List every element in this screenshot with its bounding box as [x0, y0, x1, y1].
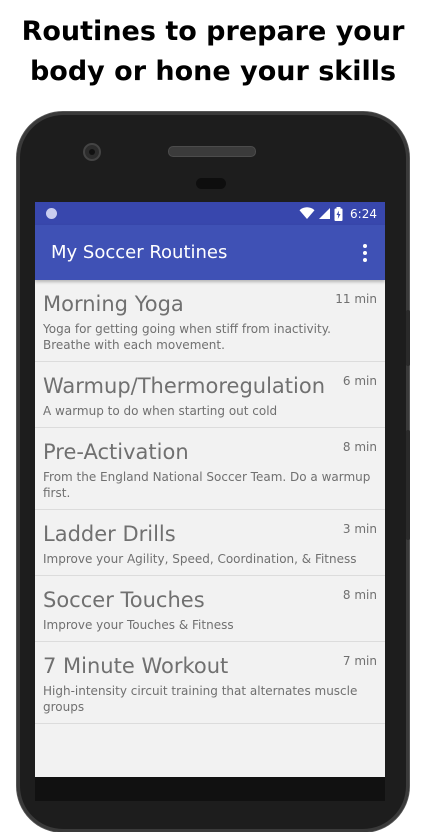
wifi-icon [299, 207, 315, 219]
routine-list: Morning Yoga Yoga for getting going when… [35, 280, 385, 724]
routine-item-warmup[interactable]: Warmup/Thermoregulation A warmup to do w… [35, 362, 385, 428]
routine-item-ladder-drills[interactable]: Ladder Drills Improve your Agility, Spee… [35, 510, 385, 576]
routine-item-morning-yoga[interactable]: Morning Yoga Yoga for getting going when… [35, 280, 385, 362]
menu-dot [363, 244, 367, 248]
phone-volume-button [406, 430, 410, 540]
routine-title: Pre-Activation [43, 440, 189, 464]
notification-icon [46, 208, 57, 219]
routine-item-soccer-touches[interactable]: Soccer Touches Improve your Touches & Fi… [35, 576, 385, 642]
routine-description: Improve your Touches & Fitness [43, 618, 234, 632]
routine-title: Warmup/Thermoregulation [43, 374, 326, 398]
battery-icon [334, 206, 343, 221]
routine-item-pre-activation[interactable]: Pre-Activation From the England National… [35, 428, 385, 510]
proximity-sensor [196, 178, 226, 189]
routine-description: High-intensity circuit training that alt… [43, 684, 358, 714]
routine-description: A warmup to do when starting out cold [43, 404, 278, 418]
earpiece-speaker [168, 146, 256, 157]
app-bar: My Soccer Routines [35, 225, 385, 280]
caption-line-1: Routines to prepare your [21, 16, 405, 47]
routine-item-7-minute-workout[interactable]: 7 Minute Workout High-intensity circuit … [35, 642, 385, 724]
routine-description: Yoga for getting going when stiff from i… [43, 322, 331, 352]
routine-duration: 7 min [342, 654, 377, 668]
routine-duration: 8 min [342, 440, 377, 454]
caption-line-2: body or hone your skills [29, 56, 397, 87]
menu-dot [363, 251, 367, 255]
routine-title: Soccer Touches [43, 588, 205, 612]
status-time: 6:24 [350, 206, 377, 221]
front-camera [83, 143, 101, 161]
routine-title: Morning Yoga [43, 292, 184, 316]
app-screen: 6:24 My Soccer Routines Morning Yoga Yog… [35, 202, 385, 777]
routine-description: From the England National Soccer Team. D… [43, 470, 371, 500]
status-icons: 6:24 [299, 202, 377, 225]
promo-caption: Routines to prepare your body or hone yo… [0, 12, 426, 92]
routine-duration: 3 min [342, 522, 377, 536]
navigation-bar [35, 777, 385, 801]
routine-duration: 11 min [335, 292, 377, 306]
routine-title: 7 Minute Workout [43, 654, 229, 678]
routine-duration: 6 min [342, 374, 377, 388]
routine-duration: 8 min [342, 588, 377, 602]
more-vert-icon[interactable] [355, 239, 375, 267]
signal-icon [319, 208, 331, 219]
phone-power-button [406, 310, 410, 366]
routine-title: Ladder Drills [43, 522, 176, 546]
status-bar: 6:24 [35, 202, 385, 225]
app-title: My Soccer Routines [51, 242, 228, 263]
routine-description: Improve your Agility, Speed, Coordinatio… [43, 552, 357, 566]
menu-dot [363, 258, 367, 262]
